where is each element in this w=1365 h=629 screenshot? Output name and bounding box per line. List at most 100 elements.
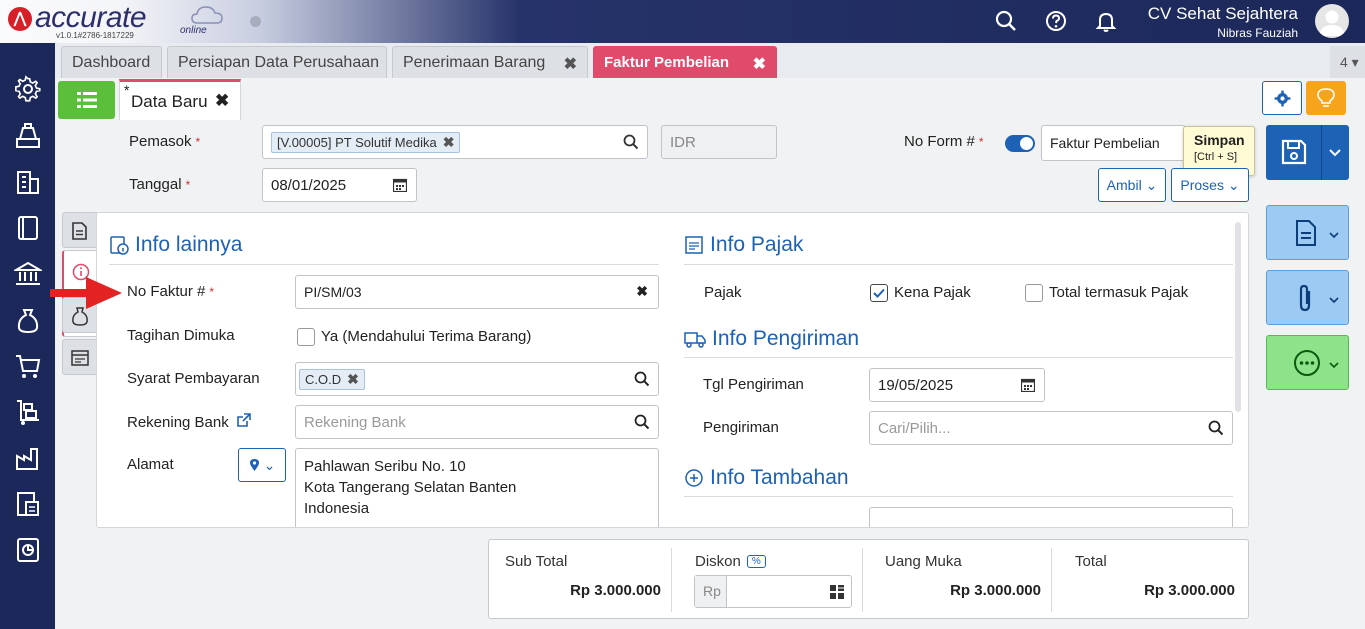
- tab-dashboard[interactable]: Dashboard: [61, 46, 162, 78]
- factory-icon[interactable]: [14, 444, 42, 472]
- unsaved-marker: *: [124, 82, 130, 98]
- tab-persiapan-data[interactable]: Persiapan Data Perusahaan: [167, 46, 387, 78]
- tab-count[interactable]: 4 ▾: [1330, 46, 1365, 78]
- kena-pajak-checkbox[interactable]: [870, 284, 888, 302]
- diskon-field[interactable]: Rp: [694, 575, 852, 608]
- search-icon[interactable]: [634, 371, 650, 387]
- search-icon[interactable]: [623, 134, 639, 150]
- tgl-pengiriman-field[interactable]: 19/05/2025: [869, 368, 1045, 402]
- termasuk-pajak-checkbox[interactable]: [1025, 284, 1043, 302]
- location-button[interactable]: ⌄: [238, 448, 286, 482]
- avatar[interactable]: [1315, 4, 1349, 38]
- tab-label: Penerimaan Barang: [403, 54, 546, 71]
- total-section: Total Rp 3.000.000: [1052, 540, 1249, 620]
- pemasok-label: Pemasok *: [129, 133, 201, 150]
- document-icon: [72, 222, 87, 240]
- pengiriman-label: Pengiriman: [703, 419, 779, 436]
- remove-icon[interactable]: ✖: [347, 371, 359, 388]
- settings-button[interactable]: [1262, 81, 1302, 115]
- trolley-icon[interactable]: [14, 398, 42, 426]
- calculator-icon[interactable]: [830, 585, 844, 599]
- currency-field: IDR: [661, 125, 777, 159]
- save-button[interactable]: [1266, 125, 1349, 180]
- document-icon: [1296, 220, 1316, 246]
- document-button[interactable]: [1266, 205, 1349, 260]
- info-tambahan-field[interactable]: [869, 507, 1233, 527]
- tagihan-checkbox[interactable]: [297, 328, 315, 346]
- percent-toggle[interactable]: %: [746, 555, 766, 568]
- calendar-icon[interactable]: [393, 178, 407, 192]
- building-icon[interactable]: [14, 168, 42, 196]
- subtab-data-baru[interactable]: * Data Baru ✖: [119, 79, 241, 120]
- alamat-line: Kota Tangerang Selatan Banten: [304, 479, 517, 496]
- diskon-label: Diskon%: [695, 553, 766, 570]
- company-info[interactable]: CV Sehat Sejahtera Nibras Fauziah: [1148, 4, 1298, 40]
- close-icon[interactable]: ✖: [215, 91, 229, 111]
- info-lainnya-title: Info lainnya: [109, 233, 242, 257]
- scrollbar[interactable]: [1235, 222, 1241, 412]
- pengiriman-field[interactable]: Cari/Pilih...: [869, 411, 1233, 445]
- cloud-icon: [191, 6, 223, 24]
- alamat-textarea[interactable]: Pahlawan Seribu No. 10 Kota Tangerang Se…: [295, 448, 659, 527]
- total-value: Rp 3.000.000: [1144, 582, 1235, 599]
- chevron-down-icon: [1329, 297, 1339, 304]
- bank-icon[interactable]: [14, 260, 42, 288]
- pajak-label: Pajak: [704, 284, 742, 301]
- proses-button[interactable]: Proses ⌄: [1171, 168, 1249, 202]
- gear-icon[interactable]: [14, 75, 42, 103]
- chevron-down-icon[interactable]: [1329, 149, 1341, 157]
- pemasok-field[interactable]: [V.00005] PT Solutif Medika ✖: [262, 125, 648, 159]
- info-pajak-title: Info Pajak: [684, 233, 803, 257]
- rekening-field[interactable]: Rekening Bank: [295, 405, 659, 439]
- tab-penerimaan-barang[interactable]: Penerimaan Barang ✖: [392, 46, 588, 78]
- cash-register-icon[interactable]: [14, 122, 42, 150]
- attachment-button[interactable]: [1266, 270, 1349, 325]
- tanggal-field[interactable]: 08/01/2025: [262, 168, 417, 202]
- list-button[interactable]: [58, 81, 115, 119]
- company-name: CV Sehat Sejahtera: [1147, 4, 1298, 23]
- more-icon: [1294, 350, 1320, 376]
- subtotal-value: Rp 3.000.000: [570, 582, 661, 599]
- diskon-prefix: Rp: [695, 576, 727, 607]
- tax-icon[interactable]: [14, 490, 42, 518]
- receipt-icon: [71, 350, 89, 366]
- info-pengiriman-title: Info Pengiriman: [684, 327, 859, 351]
- report-icon[interactable]: [14, 536, 42, 564]
- map-pin-icon: [249, 459, 259, 471]
- remove-icon[interactable]: ✖: [443, 134, 455, 151]
- calendar-icon[interactable]: [1021, 378, 1035, 392]
- ambil-button[interactable]: Ambil ⌄: [1098, 168, 1166, 202]
- auto-number-toggle[interactable]: [1005, 135, 1035, 152]
- vtab-detail[interactable]: [62, 212, 97, 248]
- bell-icon[interactable]: [1094, 9, 1118, 33]
- alamat-line: Pahlawan Seribu No. 10: [304, 458, 466, 475]
- book-icon[interactable]: [14, 214, 42, 242]
- close-icon[interactable]: ✖: [564, 54, 577, 74]
- cart-icon[interactable]: [14, 352, 42, 380]
- money-bag-icon[interactable]: [14, 306, 42, 334]
- info-doc-icon: [110, 236, 129, 255]
- syarat-field[interactable]: C.O.D ✖: [295, 362, 659, 396]
- rekening-label: Rekening Bank: [127, 413, 251, 431]
- tips-button[interactable]: [1306, 81, 1346, 115]
- termasuk-pajak-label: Total termasuk Pajak: [1049, 284, 1189, 301]
- search-icon[interactable]: [994, 9, 1018, 33]
- more-button[interactable]: [1266, 335, 1349, 390]
- help-icon[interactable]: [1044, 9, 1068, 33]
- no-form-field[interactable]: Faktur Pembelian: [1041, 125, 1186, 161]
- search-icon[interactable]: [1208, 420, 1224, 436]
- app-logo[interactable]: ⋀ accurate online v1.0.1#2786-1817229: [8, 1, 248, 41]
- no-faktur-label: No Faktur # *: [127, 283, 215, 300]
- tab-label: Persiapan Data Perusahaan: [178, 54, 380, 71]
- tab-faktur-pembelian[interactable]: Faktur Pembelian ✖: [593, 46, 777, 78]
- summary-bar: Sub Total Rp 3.000.000 Diskon% Rp Uang M…: [488, 539, 1249, 619]
- search-icon[interactable]: [634, 414, 650, 430]
- clear-icon[interactable]: ✖: [636, 283, 648, 300]
- external-link-icon[interactable]: [236, 413, 251, 428]
- close-icon[interactable]: ✖: [753, 54, 766, 74]
- status-dot: [250, 16, 261, 27]
- logo-suffix: online: [180, 25, 207, 36]
- vtab-cost[interactable]: [62, 339, 97, 375]
- uang-muka-section: Uang Muka Rp 3.000.000: [863, 540, 1051, 620]
- no-faktur-field[interactable]: PI/SM/03 ✖: [295, 275, 659, 309]
